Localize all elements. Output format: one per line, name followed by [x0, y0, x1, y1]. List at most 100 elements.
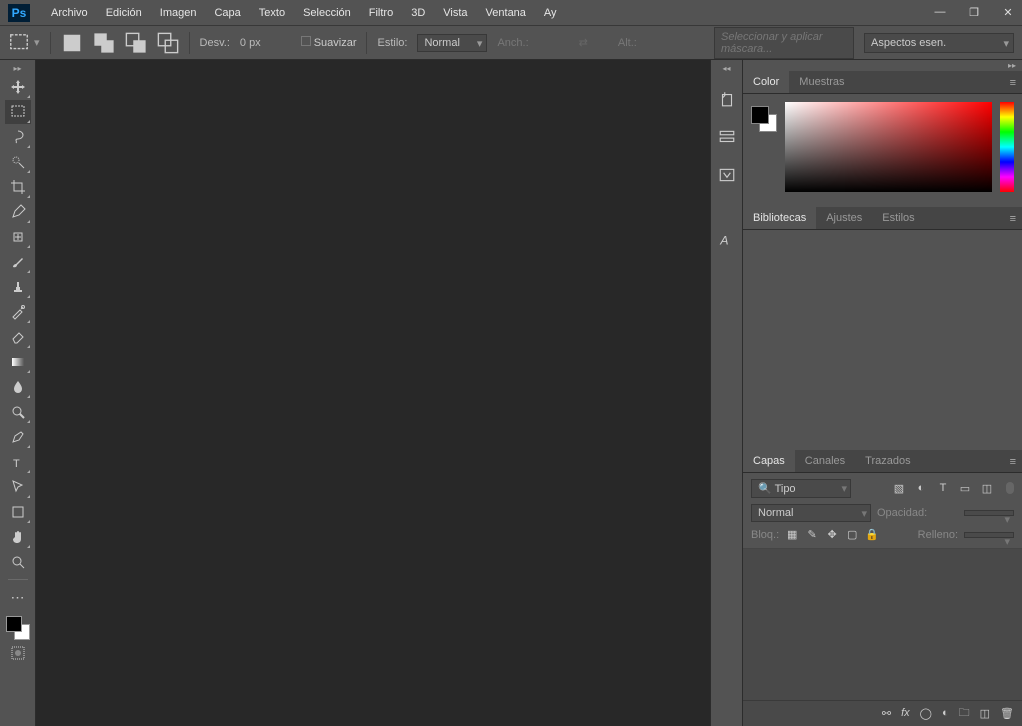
new-layer-icon[interactable]: ◫: [980, 707, 990, 720]
panel-menu-icon[interactable]: ≡: [1010, 77, 1016, 89]
menu-archivo[interactable]: Archivo: [42, 7, 97, 19]
blend-mode-select[interactable]: Normal: [751, 504, 871, 522]
tab-ajustes[interactable]: Ajustes: [816, 207, 872, 229]
divider: [189, 32, 190, 54]
width-label: Anch.:: [497, 37, 528, 49]
tab-estilos[interactable]: Estilos: [872, 207, 924, 229]
color-picker-field[interactable]: [785, 102, 992, 192]
marquee-tool[interactable]: [5, 100, 31, 124]
tab-canales[interactable]: Canales: [795, 450, 855, 472]
style-select[interactable]: Normal: [417, 34, 487, 52]
antialias-checkbox: [301, 36, 311, 46]
edit-toolbar-icon[interactable]: ⋯: [5, 585, 31, 609]
menu-edicion[interactable]: Edición: [97, 7, 151, 19]
layers-panel: 🔍 Tipo ▧ ◐ T ▭ ◫ Normal Opacidad:: [743, 473, 1022, 726]
foreground-swatch[interactable]: [751, 106, 769, 124]
fill-input[interactable]: [964, 532, 1014, 538]
workspace-select[interactable]: Aspectos esen.: [864, 33, 1014, 53]
move-tool[interactable]: [5, 75, 31, 99]
color-fg-bg-swatch[interactable]: [751, 106, 777, 132]
menu-ventana[interactable]: Ventana: [477, 7, 535, 19]
history-brush-tool[interactable]: [5, 300, 31, 324]
selection-subtract-icon[interactable]: [125, 32, 147, 54]
properties-panel-icon[interactable]: [714, 124, 740, 150]
tab-trazados[interactable]: Trazados: [855, 450, 920, 472]
layer-mask-icon[interactable]: ◯: [920, 707, 932, 720]
canvas-area[interactable]: [36, 60, 710, 726]
style-label: Estilo:: [377, 37, 407, 49]
lock-pixels-icon[interactable]: ▦: [785, 528, 799, 542]
panel-menu-icon[interactable]: ≡: [1010, 213, 1016, 225]
layer-list[interactable]: [743, 549, 1022, 700]
hue-slider[interactable]: [1000, 102, 1014, 192]
libraries-panel-tabs: Bibliotecas Ajustes Estilos ≡: [743, 207, 1022, 230]
history-panel-icon[interactable]: [714, 86, 740, 112]
shape-tool[interactable]: [5, 500, 31, 524]
dodge-tool[interactable]: [5, 400, 31, 424]
collapse-panels-icon[interactable]: ▸▸: [743, 60, 1022, 71]
tab-muestras[interactable]: Muestras: [789, 71, 854, 93]
filter-type-icon[interactable]: T: [936, 481, 950, 495]
minimize-icon[interactable]: —: [932, 4, 948, 20]
new-group-icon[interactable]: 🗀: [959, 704, 970, 723]
maximize-icon[interactable]: ❐: [966, 4, 982, 20]
lock-brush-icon[interactable]: ✎: [805, 528, 819, 542]
menu-imagen[interactable]: Imagen: [151, 7, 206, 19]
character-panel-icon[interactable]: A: [714, 226, 740, 252]
filter-adjust-icon[interactable]: ◐: [914, 481, 928, 495]
panel-menu-icon[interactable]: ≡: [1010, 456, 1016, 468]
delete-layer-icon[interactable]: 🗑: [1000, 707, 1014, 720]
close-icon[interactable]: ✕: [1000, 4, 1016, 20]
selection-add-icon[interactable]: [93, 32, 115, 54]
layer-filter-select[interactable]: 🔍 Tipo: [751, 479, 851, 498]
gradient-tool[interactable]: [5, 350, 31, 374]
quick-select-tool[interactable]: [5, 150, 31, 174]
type-tool[interactable]: T: [5, 450, 31, 474]
lock-artboard-icon[interactable]: ▢: [845, 528, 859, 542]
filter-pixel-icon[interactable]: ▧: [892, 481, 906, 495]
expand-strip-icon[interactable]: ◂◂: [711, 62, 742, 74]
lock-position-icon[interactable]: ✥: [825, 528, 839, 542]
brush-tool[interactable]: [5, 250, 31, 274]
zoom-tool[interactable]: [5, 550, 31, 574]
height-label: Alt.:: [618, 37, 637, 49]
filter-smart-icon[interactable]: ◫: [980, 481, 994, 495]
lock-all-icon[interactable]: 🔒: [865, 528, 879, 542]
healing-tool[interactable]: [5, 225, 31, 249]
selection-intersect-icon[interactable]: [157, 32, 179, 54]
lasso-tool[interactable]: [5, 125, 31, 149]
selection-new-icon[interactable]: [61, 32, 83, 54]
eyedropper-tool[interactable]: [5, 200, 31, 224]
menu-vista[interactable]: Vista: [434, 7, 476, 19]
eraser-tool[interactable]: [5, 325, 31, 349]
menu-3d[interactable]: 3D: [402, 7, 434, 19]
menu-ayuda[interactable]: Ay: [535, 7, 566, 19]
menu-seleccion[interactable]: Selección: [294, 7, 360, 19]
pen-tool[interactable]: [5, 425, 31, 449]
filter-toggle[interactable]: [1006, 482, 1014, 494]
hand-tool[interactable]: [5, 525, 31, 549]
tab-color[interactable]: Color: [743, 71, 789, 93]
select-and-mask-button[interactable]: Seleccionar y aplicar máscara...: [714, 27, 854, 59]
opacity-input[interactable]: [964, 510, 1014, 516]
path-select-tool[interactable]: [5, 475, 31, 499]
expand-toolbar-icon[interactable]: ▸▸: [0, 62, 35, 74]
foreground-background-colors[interactable]: [6, 616, 30, 640]
tool-preset[interactable]: ▾: [8, 32, 40, 54]
menu-texto[interactable]: Texto: [250, 7, 294, 19]
feather-value[interactable]: 0 px: [240, 37, 261, 49]
layer-fx-icon[interactable]: fx: [901, 707, 910, 719]
menu-capa[interactable]: Capa: [205, 7, 249, 19]
blur-tool[interactable]: [5, 375, 31, 399]
adjustment-layer-icon[interactable]: ◐: [942, 707, 949, 719]
stamp-tool[interactable]: [5, 275, 31, 299]
tab-capas[interactable]: Capas: [743, 450, 795, 472]
foreground-color[interactable]: [6, 616, 22, 632]
crop-tool[interactable]: [5, 175, 31, 199]
link-layers-icon[interactable]: ⚯: [882, 707, 891, 720]
filter-shape-icon[interactable]: ▭: [958, 481, 972, 495]
quickmask-tool[interactable]: [5, 641, 31, 665]
info-panel-icon[interactable]: [714, 162, 740, 188]
tab-bibliotecas[interactable]: Bibliotecas: [743, 207, 816, 229]
menu-filtro[interactable]: Filtro: [360, 7, 402, 19]
